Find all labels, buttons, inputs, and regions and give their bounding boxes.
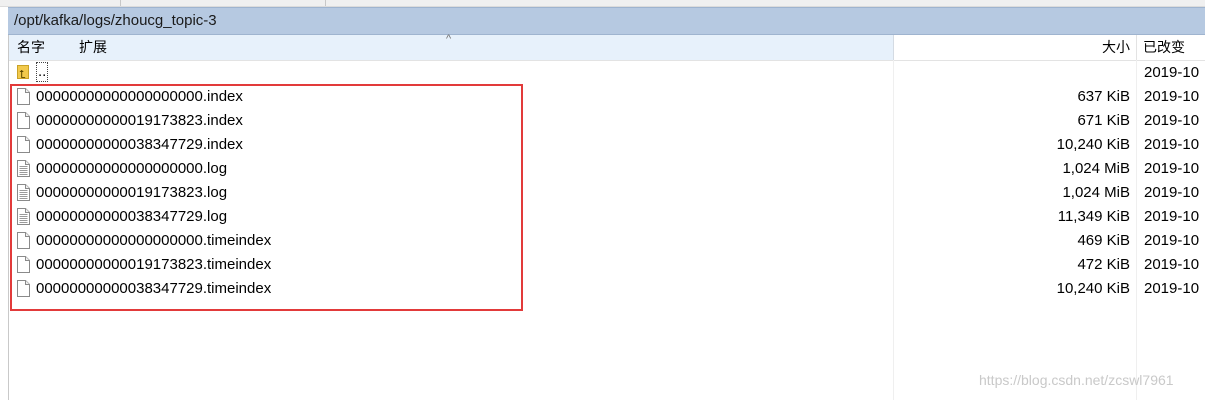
- column-header: 名字 扩展 ^ 大小 已改变: [9, 33, 1205, 61]
- file-date: 2019-10: [1144, 160, 1200, 177]
- column-size-label: 大小: [1102, 39, 1130, 55]
- toolbar-separator: [325, 0, 326, 6]
- file-date: 2019-10: [1144, 232, 1200, 249]
- file-size: 10,240 KiB: [1056, 280, 1130, 297]
- file-size: 671 KiB: [1077, 112, 1130, 129]
- current-path: /opt/kafka/logs/zhoucg_topic-3: [14, 12, 217, 29]
- file-date: 2019-10: [1144, 136, 1200, 153]
- file-size: 1,024 MiB: [1062, 184, 1130, 201]
- file-date: 2019-10: [1144, 208, 1200, 225]
- column-name-label: 名字: [17, 39, 45, 55]
- column-header-name[interactable]: 名字 扩展 ^: [9, 33, 894, 60]
- file-size: 10,240 KiB: [1056, 136, 1130, 153]
- file-date: 2019-10: [1144, 184, 1200, 201]
- toolbar-separator: [120, 0, 121, 6]
- file-size: 1,024 MiB: [1062, 160, 1130, 177]
- file-date: 2019-10: [1144, 88, 1200, 105]
- parent-folder-icon: ⮤: [17, 65, 29, 81]
- file-date: 2019-10: [1144, 112, 1200, 129]
- file-size: 11,349 KiB: [1057, 208, 1130, 225]
- watermark: https://blog.csdn.net/zcswl7961: [979, 372, 1174, 388]
- file-date: 2019-10: [1144, 256, 1200, 273]
- highlight-box: [10, 84, 523, 311]
- column-changed-label: 已改变: [1143, 39, 1185, 55]
- column-header-size[interactable]: 大小: [894, 35, 1137, 60]
- column-header-changed[interactable]: 已改变: [1137, 35, 1205, 60]
- parent-dir-label: ..: [36, 62, 49, 82]
- file-size: 637 KiB: [1077, 88, 1130, 105]
- list-item-parent-dir[interactable]: ⮤ .. 2019-10: [9, 61, 1205, 85]
- file-date: 2019-10: [1144, 280, 1200, 297]
- toolbar-strip: [0, 0, 1205, 7]
- path-bar[interactable]: /opt/kafka/logs/zhoucg_topic-3: [8, 7, 1205, 35]
- sort-ascending-icon: ^: [446, 33, 452, 45]
- file-date: 2019-10: [1144, 64, 1200, 81]
- column-ext-label[interactable]: 扩展: [79, 35, 107, 60]
- file-size: 472 KiB: [1077, 256, 1130, 273]
- file-size: 469 KiB: [1077, 232, 1130, 249]
